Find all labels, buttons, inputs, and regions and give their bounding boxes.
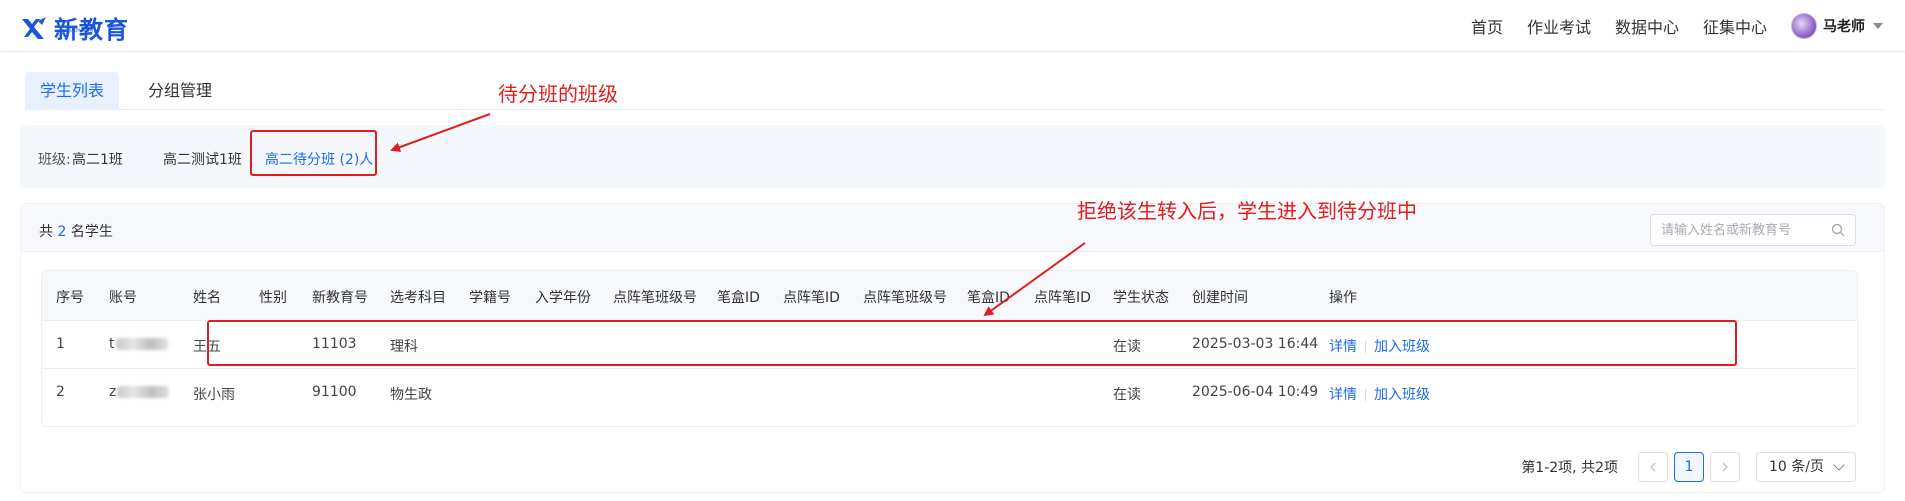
tab-group-management[interactable]: 分组管理 (133, 72, 227, 110)
search-box[interactable] (1650, 214, 1856, 246)
col-gender: 性别 (259, 290, 287, 306)
blurred-account (115, 338, 168, 350)
col-actions: 操作 (1329, 290, 1357, 306)
tab-student-list[interactable]: 学生列表 (25, 72, 120, 110)
chevron-down-icon (1833, 459, 1845, 471)
col-index: 序号 (56, 290, 84, 306)
join-class-link[interactable]: 加入班级 (1374, 387, 1430, 403)
page-button-current[interactable]: 1 (1674, 452, 1704, 482)
col-created: 创建时间 (1192, 290, 1248, 306)
pagination-total: 第1-2项, 共2项 (1521, 460, 1618, 476)
col-pen-id-2: 点阵笔ID (1034, 290, 1091, 306)
annotation-box-class (250, 130, 377, 176)
caret-down-icon[interactable] (1873, 23, 1883, 29)
pagination: 第1-2项, 共2项 1 10 条/页 (1521, 451, 1856, 483)
col-status: 学生状态 (1113, 290, 1169, 306)
main-nav: 首页 作业考试 数据中心 征集中心 马老师 (1471, 0, 1905, 52)
row-status: 在读 (1113, 387, 1141, 403)
account-visible: z (109, 384, 117, 400)
account-visible: t (109, 336, 115, 352)
user-menu[interactable]: 马老师 (1791, 13, 1883, 39)
user-name: 马老师 (1823, 19, 1865, 35)
chevron-left-icon (1650, 462, 1656, 472)
row-edu-no: 91100 (312, 384, 357, 400)
next-page-button[interactable] (1710, 452, 1740, 482)
col-account: 账号 (109, 290, 137, 306)
class-option-2[interactable]: 高二测试1班 (163, 149, 242, 169)
row-created: 2025-06-04 10:49 (1192, 384, 1319, 400)
col-student-id: 学籍号 (469, 290, 511, 306)
col-pen-class-no-2: 点阵笔班级号 (863, 290, 947, 306)
col-enroll-year: 入学年份 (535, 290, 591, 306)
annotation-row-note: 拒绝该生转入后，学生进入到待分班中 (1077, 199, 1417, 223)
col-pen-class-no: 点阵笔班级号 (613, 290, 697, 306)
col-pen-box-id-2: 笔盒ID (967, 290, 1010, 306)
student-count: 共 2 名学生 (39, 221, 113, 241)
divider (1365, 389, 1366, 401)
page-size-value: 10 条/页 (1769, 459, 1824, 475)
class-option-1[interactable]: 高二1班 (72, 149, 123, 169)
count-suffix: 名学生 (70, 224, 113, 240)
list-header: 共 2 名学生 (21, 204, 1884, 252)
logo-icon (22, 16, 46, 39)
nav-data-center[interactable]: 数据中心 (1615, 14, 1679, 38)
chevron-right-icon (1722, 462, 1728, 472)
row-name: 张小雨 (193, 387, 235, 403)
count-prefix: 共 (39, 224, 53, 240)
search-icon[interactable] (1831, 223, 1845, 237)
nav-collection-center[interactable]: 征集中心 (1703, 14, 1767, 38)
table-header: 序号 账号 姓名 性别 新教育号 选考科目 学籍号 入学年份 点阵笔班级号 笔盒… (42, 271, 1857, 321)
table-row: 2 z 张小雨 91100 物生政 在读 2025-06-04 10:49 详情… (42, 369, 1857, 417)
row-index: 1 (56, 336, 65, 352)
col-pen-box-id: 笔盒ID (717, 290, 760, 306)
row-account: z (109, 384, 170, 400)
count-number: 2 (57, 224, 67, 240)
nav-home[interactable]: 首页 (1471, 14, 1503, 38)
col-pen-id: 点阵笔ID (783, 290, 840, 306)
row-subject: 物生政 (390, 387, 432, 403)
row-account: t (109, 336, 168, 352)
page-size-select[interactable]: 10 条/页 (1756, 452, 1856, 482)
blurred-account (117, 386, 170, 398)
logo-subtext: XINJIAOYU.COM (62, 28, 93, 33)
col-subject: 选考科目 (390, 290, 446, 306)
nav-homework-exam[interactable]: 作业考试 (1527, 14, 1591, 38)
top-header: 新教育 XINJIAOYU.COM 首页 作业考试 数据中心 征集中心 马老师 (0, 0, 1905, 52)
detail-link[interactable]: 详情 (1329, 387, 1357, 403)
annotation-box-row (207, 320, 1737, 366)
col-edu-no: 新教育号 (312, 290, 368, 306)
search-input[interactable] (1661, 215, 1831, 245)
row-actions: 详情 加入班级 (1329, 384, 1430, 404)
class-filter-label: 班级: (38, 152, 71, 168)
prev-page-button[interactable] (1638, 452, 1668, 482)
row-index: 2 (56, 384, 65, 400)
col-name: 姓名 (193, 290, 221, 306)
tab-bar: 学生列表 分组管理 (25, 72, 1885, 110)
avatar[interactable] (1791, 13, 1817, 39)
annotation-class-note: 待分班的班级 (498, 82, 618, 106)
